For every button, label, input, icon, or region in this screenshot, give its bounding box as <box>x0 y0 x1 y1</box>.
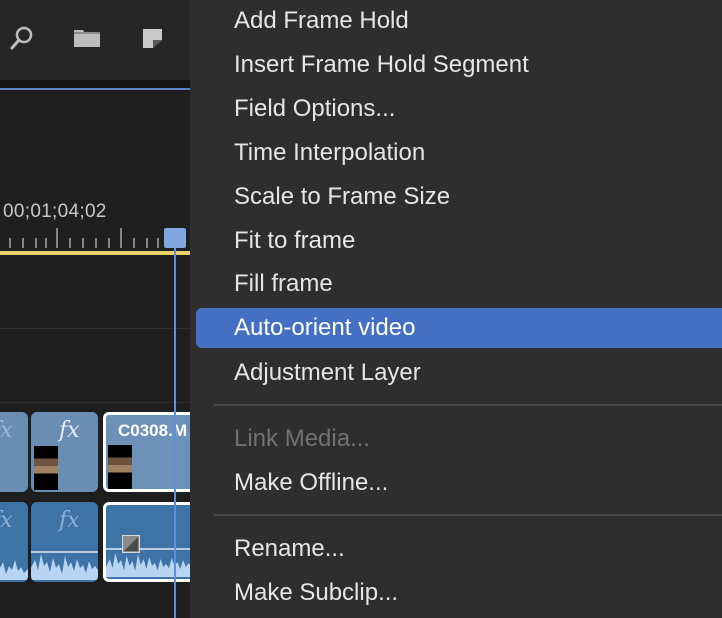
video-clip-selected[interactable]: C0308.M <box>103 412 190 492</box>
search-icon[interactable] <box>8 24 36 52</box>
keyframe-toggle-icon[interactable] <box>122 535 140 553</box>
audio-clip[interactable]: fx <box>0 502 28 582</box>
playhead-line[interactable] <box>174 248 176 618</box>
audio-waveform <box>31 551 98 580</box>
menu-separator <box>214 404 722 406</box>
app-window: 00;01;04;02 fx <box>0 0 722 618</box>
video-clip[interactable]: fx <box>0 412 28 492</box>
clip-name: C0308.M <box>118 421 187 440</box>
context-menu: Add Frame Hold Insert Frame Hold Segment… <box>190 0 722 618</box>
menu-separator <box>214 514 722 516</box>
track-divider <box>0 328 190 329</box>
folder-icon[interactable] <box>72 24 100 52</box>
playhead-handle[interactable] <box>164 228 186 248</box>
menu-item-fill-frame[interactable]: Fill frame <box>196 264 722 304</box>
timeline-header-divider <box>0 80 190 88</box>
audio-waveform <box>0 560 28 580</box>
menu-item-insert-frame-hold-segment[interactable]: Insert Frame Hold Segment <box>196 45 722 85</box>
audio-clip-selected[interactable] <box>103 502 190 582</box>
menu-item-scale-to-frame-size[interactable]: Scale to Frame Size <box>196 177 722 217</box>
ruler-timecode: 00;01;04;02 <box>3 201 107 222</box>
fx-badge: fx <box>59 418 80 443</box>
work-area-bar[interactable] <box>0 251 190 255</box>
audio-clip[interactable]: fx <box>31 502 98 582</box>
clip-thumbnail <box>108 445 132 489</box>
menu-item-make-subclip[interactable]: Make Subclip... <box>196 573 722 613</box>
sticky-note-icon[interactable] <box>140 24 168 52</box>
menu-item-link-media: Link Media... <box>234 425 371 452</box>
menu-item-fit-to-frame[interactable]: Fit to frame <box>196 221 722 261</box>
fx-badge: fx <box>0 508 13 533</box>
track-divider <box>0 402 190 403</box>
menu-item-add-frame-hold[interactable]: Add Frame Hold <box>196 1 722 41</box>
audio-waveform <box>106 548 190 577</box>
menu-item-make-offline[interactable]: Make Offline... <box>196 463 722 503</box>
menu-item-rename[interactable]: Rename... <box>196 529 722 569</box>
ruler-ticks <box>9 228 159 248</box>
clip-thumbnail <box>34 446 58 490</box>
fx-badge: fx <box>0 418 13 443</box>
menu-item-field-options[interactable]: Field Options... <box>196 89 722 129</box>
video-clip[interactable]: fx <box>31 412 98 492</box>
fx-badge: fx <box>59 508 80 533</box>
timeline-toolbar <box>0 0 190 80</box>
menu-item-adjustment-layer[interactable]: Adjustment Layer <box>196 353 722 393</box>
menu-item-auto-orient-video[interactable]: Auto-orient video <box>196 308 722 348</box>
timeline-panel: 00;01;04;02 fx <box>0 0 190 618</box>
menu-item-time-interpolation[interactable]: Time Interpolation <box>196 133 722 173</box>
